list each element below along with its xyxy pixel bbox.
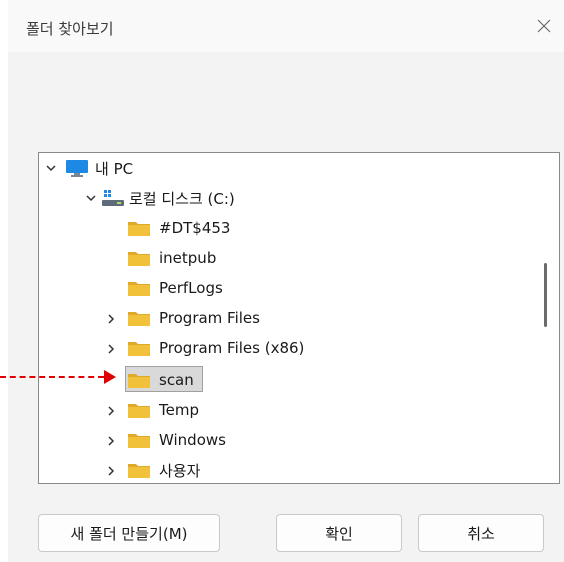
tree-item-folder[interactable]: PerfLogs	[39, 273, 531, 303]
tree-item-label: inetpub	[159, 249, 217, 267]
cancel-button[interactable]: 취소	[418, 514, 544, 552]
annotation-arrow-line	[0, 376, 104, 378]
tree-item-local-disk[interactable]: 로컬 디스크 (C:)	[39, 183, 531, 213]
folder-icon	[128, 342, 150, 356]
tree-item-label: Temp	[159, 401, 199, 419]
chevron-right-icon[interactable]	[105, 465, 117, 477]
vertical-scrollbar-thumb[interactable]	[544, 263, 547, 327]
tree-item-this-pc[interactable]: 내 PC	[39, 153, 531, 183]
chevron-down-icon[interactable]	[85, 192, 97, 204]
tree-item-label: #DT$453	[159, 219, 231, 237]
close-button[interactable]	[524, 8, 564, 44]
drive-icon	[102, 190, 124, 206]
ok-button[interactable]: 확인	[276, 514, 402, 552]
monitor-icon	[66, 160, 88, 177]
tree-item-folder[interactable]: Program Files	[39, 303, 531, 333]
tree-item-folder[interactable]: Windows	[39, 425, 531, 455]
chevron-right-icon[interactable]	[105, 405, 117, 417]
new-folder-button[interactable]: 새 폴더 만들기(M)	[38, 514, 220, 552]
tree-item-label: 로컬 디스크 (C:)	[129, 189, 235, 208]
tree-item-folder[interactable]: Temp	[39, 395, 531, 425]
tree-item-folder[interactable]: #DT$453	[39, 213, 531, 243]
tree-item-label: PerfLogs	[159, 279, 223, 297]
tree-item-folder[interactable]: 사용자	[39, 455, 531, 483]
chevron-right-icon[interactable]	[105, 313, 117, 325]
folder-icon	[128, 282, 150, 296]
chevron-right-icon[interactable]	[105, 343, 117, 355]
tree-item-label: scan	[159, 371, 194, 389]
chevron-right-icon[interactable]	[105, 435, 117, 447]
close-icon	[537, 19, 551, 33]
folder-icon	[128, 464, 150, 478]
folder-icon	[128, 374, 150, 388]
folder-icon	[128, 222, 150, 236]
title-bar: 폴더 찾아보기	[8, 0, 564, 52]
browse-folder-dialog: 폴더 찾아보기 내 PC 로컬 디스크 (C:) #DT$453 inetpub…	[8, 0, 564, 562]
tree-item-label: Program Files	[159, 309, 260, 327]
chevron-down-icon[interactable]	[45, 162, 57, 174]
tree-item-label: Program Files (x86)	[159, 339, 305, 357]
folder-icon	[128, 312, 150, 326]
annotation-arrow-head	[104, 370, 116, 384]
tree-item-label: Windows	[159, 431, 226, 449]
folder-icon	[128, 404, 150, 418]
folder-icon	[128, 252, 150, 266]
tree-item-label: 내 PC	[95, 159, 134, 178]
folder-icon	[128, 434, 150, 448]
tree-item-folder[interactable]: Program Files (x86)	[39, 333, 531, 363]
tree-item-folder[interactable]: inetpub	[39, 243, 531, 273]
tree-item-label: 사용자	[159, 461, 201, 480]
folder-tree[interactable]: 내 PC 로컬 디스크 (C:) #DT$453 inetpub PerfLog…	[38, 152, 560, 484]
dialog-title: 폴더 찾아보기	[26, 20, 114, 38]
